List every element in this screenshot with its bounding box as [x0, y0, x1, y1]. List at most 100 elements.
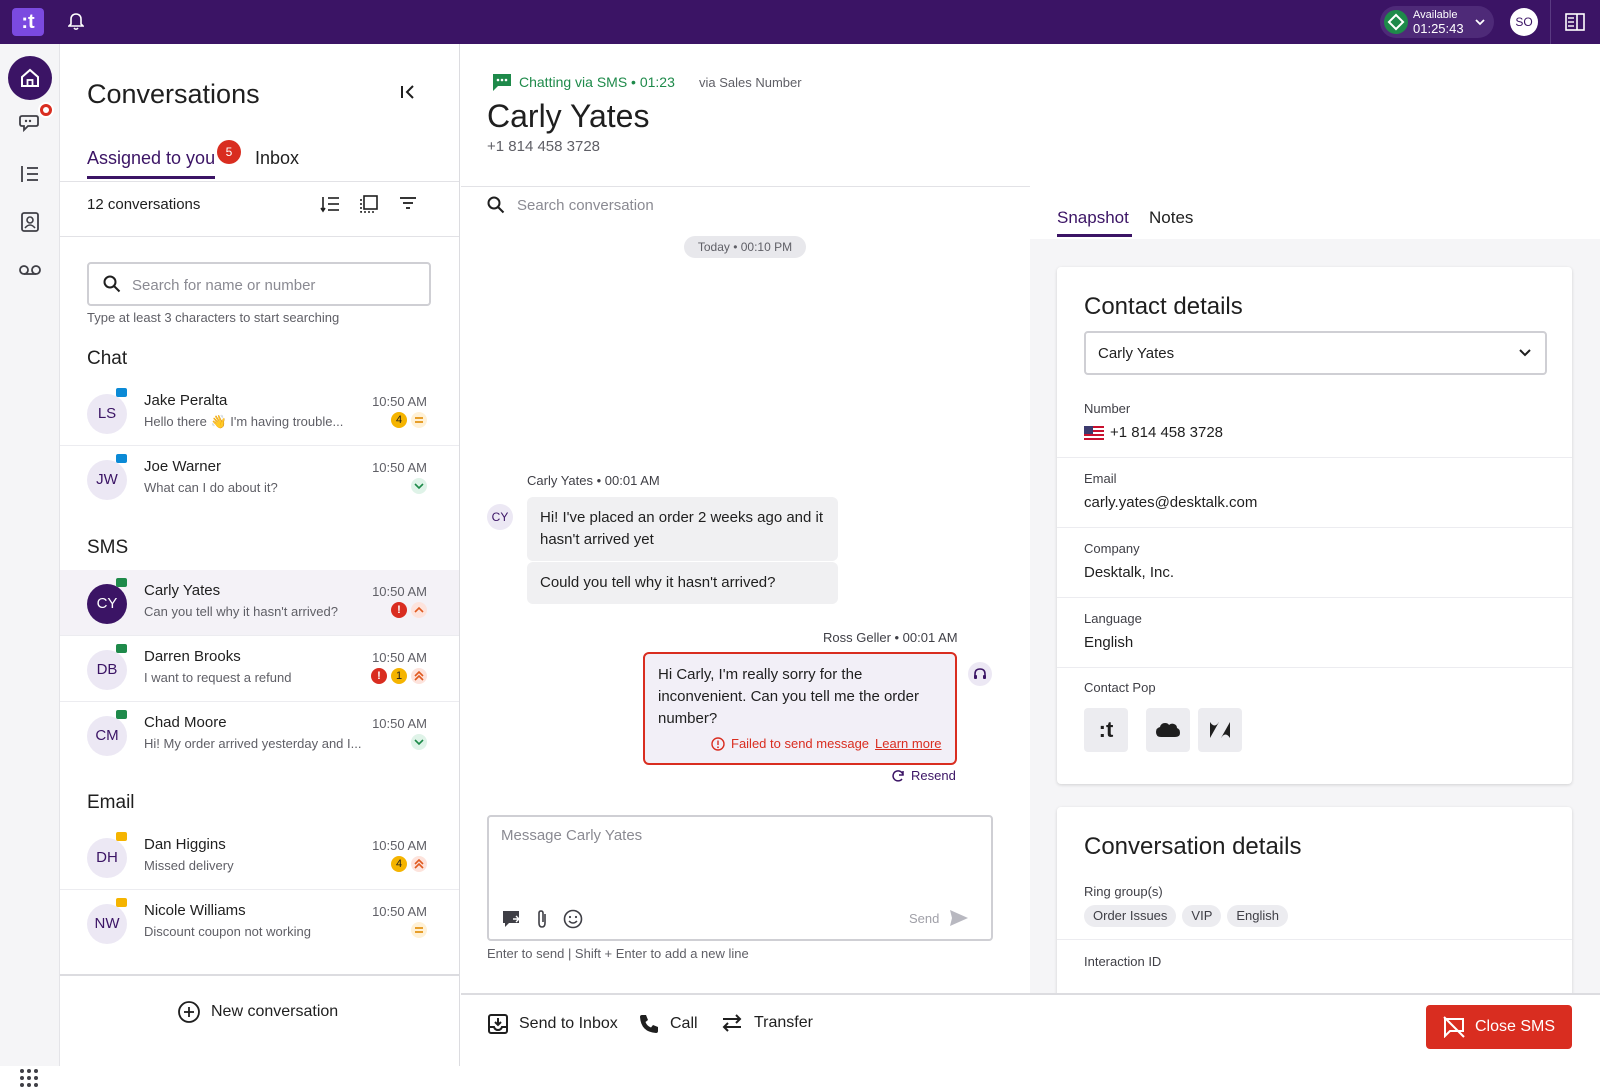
attachment-icon[interactable] [535, 909, 549, 929]
nav-queue[interactable] [8, 152, 52, 196]
select-icon[interactable] [360, 195, 378, 213]
close-sms-label: Close SMS [1474, 1018, 1556, 1035]
salesforce-icon[interactable] [1146, 708, 1190, 752]
apps-grid-icon[interactable] [19, 1068, 39, 1088]
ring-group-tag: English [1227, 905, 1289, 927]
notifications-bell-icon[interactable] [68, 12, 84, 32]
refresh-icon [892, 769, 904, 782]
agent-message-meta: Ross Geller • 00:01 AM [823, 630, 958, 645]
new-conversation-button[interactable]: New conversation [177, 1000, 338, 1024]
tab-notes[interactable]: Notes [1149, 208, 1193, 228]
conversation-row-selected[interactable]: CY Carly Yates Can you tell why it hasn'… [60, 570, 459, 636]
conversation-search[interactable]: Search conversation [487, 196, 654, 214]
timestamp: 10:50 AM [372, 650, 427, 665]
conversation-search-placeholder: Search conversation [517, 196, 654, 214]
app-logo[interactable]: :t [12, 8, 44, 36]
contact-select[interactable]: Carly Yates [1084, 331, 1547, 375]
conversation-row[interactable]: JW Joe Warner What can I do about it? 10… [60, 446, 459, 512]
nav-voicemail[interactable] [8, 248, 52, 292]
divider [1057, 939, 1572, 940]
failed-label: Failed to send message [731, 736, 870, 751]
unread-count-badge: 1 [391, 668, 407, 684]
call-button[interactable]: Call [638, 1013, 698, 1035]
priority-medium-icon [411, 412, 427, 428]
filter-icon[interactable] [399, 195, 417, 211]
nav-contacts[interactable] [8, 200, 52, 244]
top-bar: :t Available 01:25:43 SO [0, 0, 1600, 44]
message-preview: Can you tell why it hasn't arrived? [144, 604, 338, 619]
call-label: Call [670, 1015, 698, 1032]
email-channel-icon [116, 898, 127, 907]
avatar: LS [87, 394, 127, 434]
message-preview: I want to request a refund [144, 670, 292, 685]
divider [1057, 527, 1572, 528]
send-to-inbox-button[interactable]: Send to Inbox [487, 1013, 618, 1035]
conversation-count: 12 conversations [87, 196, 201, 213]
contact-details-card: Contact details Carly Yates Number +1 81… [1057, 267, 1572, 784]
emoji-icon[interactable] [563, 909, 583, 929]
canned-response-icon[interactable] [501, 909, 521, 929]
contact-name: Jake Peralta [144, 392, 228, 409]
notification-dot [38, 102, 54, 118]
priority-low-icon [411, 734, 427, 750]
message-composer[interactable]: Message Carly Yates Send [487, 815, 993, 941]
timestamp: 10:50 AM [372, 584, 427, 599]
zendesk-icon[interactable] [1198, 708, 1242, 752]
status-label: Available [1413, 9, 1458, 21]
ring-group-tag: Order Issues [1084, 905, 1177, 927]
timestamp: 10:50 AM [372, 904, 427, 919]
close-sms-button[interactable]: Close SMS [1426, 1005, 1572, 1049]
collapse-panel-icon[interactable] [400, 84, 416, 100]
conversation-row[interactable]: DB Darren Brooks I want to request a ref… [60, 636, 459, 702]
transfer-button[interactable]: Transfer [720, 1013, 813, 1033]
sort-icon[interactable] [320, 195, 340, 213]
tab-snapshot[interactable]: Snapshot [1057, 208, 1129, 228]
tab-inbox[interactable]: Inbox [255, 148, 299, 169]
search-placeholder: Search for name or number [132, 277, 316, 294]
conversation-row[interactable]: CM Chad Moore Hi! My order arrived yeste… [60, 702, 459, 768]
error-outline-icon [711, 736, 725, 751]
contact-name: Carly Yates [144, 582, 221, 599]
left-nav [0, 44, 60, 1087]
ring-group-tag: VIP [1182, 905, 1222, 927]
unread-count-badge: 4 [391, 412, 407, 428]
learn-more-link[interactable]: Learn more [875, 736, 941, 751]
plus-circle-icon [178, 1001, 200, 1023]
conversation-row[interactable]: NW Nicole Williams Discount coupon not w… [60, 890, 459, 956]
field-label: Contact Pop [1084, 680, 1156, 695]
contact-name: Nicole Williams [144, 902, 246, 919]
field-email: carly.yates@desktalk.com [1084, 494, 1258, 511]
transfer-icon [722, 1014, 742, 1032]
resend-button[interactable]: Resend [891, 768, 956, 783]
nav-home[interactable] [8, 56, 52, 100]
user-avatar[interactable]: SO [1510, 8, 1538, 36]
avatar: DB [87, 650, 127, 690]
conversation-row[interactable]: DH Dan Higgins Missed delivery 10:50 AM … [60, 824, 459, 890]
talkdesk-icon[interactable]: :t [1084, 708, 1128, 752]
avatar: CY [87, 584, 127, 624]
send-button[interactable]: Send [909, 909, 969, 927]
agent-status-selector[interactable]: Available 01:25:43 [1380, 6, 1494, 38]
field-label: Language [1084, 611, 1142, 626]
field-number: +1 814 458 3728 [1084, 424, 1223, 441]
customer-name: Carly Yates [487, 98, 650, 134]
conversation-row[interactable]: LS Jake Peralta Hello there 👋 I'm having… [60, 380, 459, 446]
send-to-inbox-label: Send to Inbox [519, 1015, 618, 1032]
chat-channel-icon [116, 388, 127, 397]
field-company: Desktalk, Inc. [1084, 564, 1175, 581]
section-title-email: Email [87, 792, 135, 813]
divider [60, 236, 459, 237]
side-panel-icon[interactable] [1565, 13, 1585, 31]
card-title: Contact details [1084, 293, 1243, 320]
avatar: CM [87, 716, 127, 756]
resend-label: Resend [911, 768, 956, 783]
conversation-search-input[interactable]: Search for name or number [87, 262, 431, 306]
list-icon [21, 166, 38, 182]
composer-hint: Enter to send | Shift + Enter to add a n… [487, 946, 749, 961]
field-label: Interaction ID [1084, 954, 1162, 969]
new-conversation-label: New conversation [211, 1003, 339, 1020]
close-sms-icon [1443, 1016, 1465, 1038]
tab-assigned[interactable]: Assigned to you [87, 148, 215, 169]
divider [60, 181, 459, 182]
message-preview: Discount coupon not working [144, 924, 311, 939]
